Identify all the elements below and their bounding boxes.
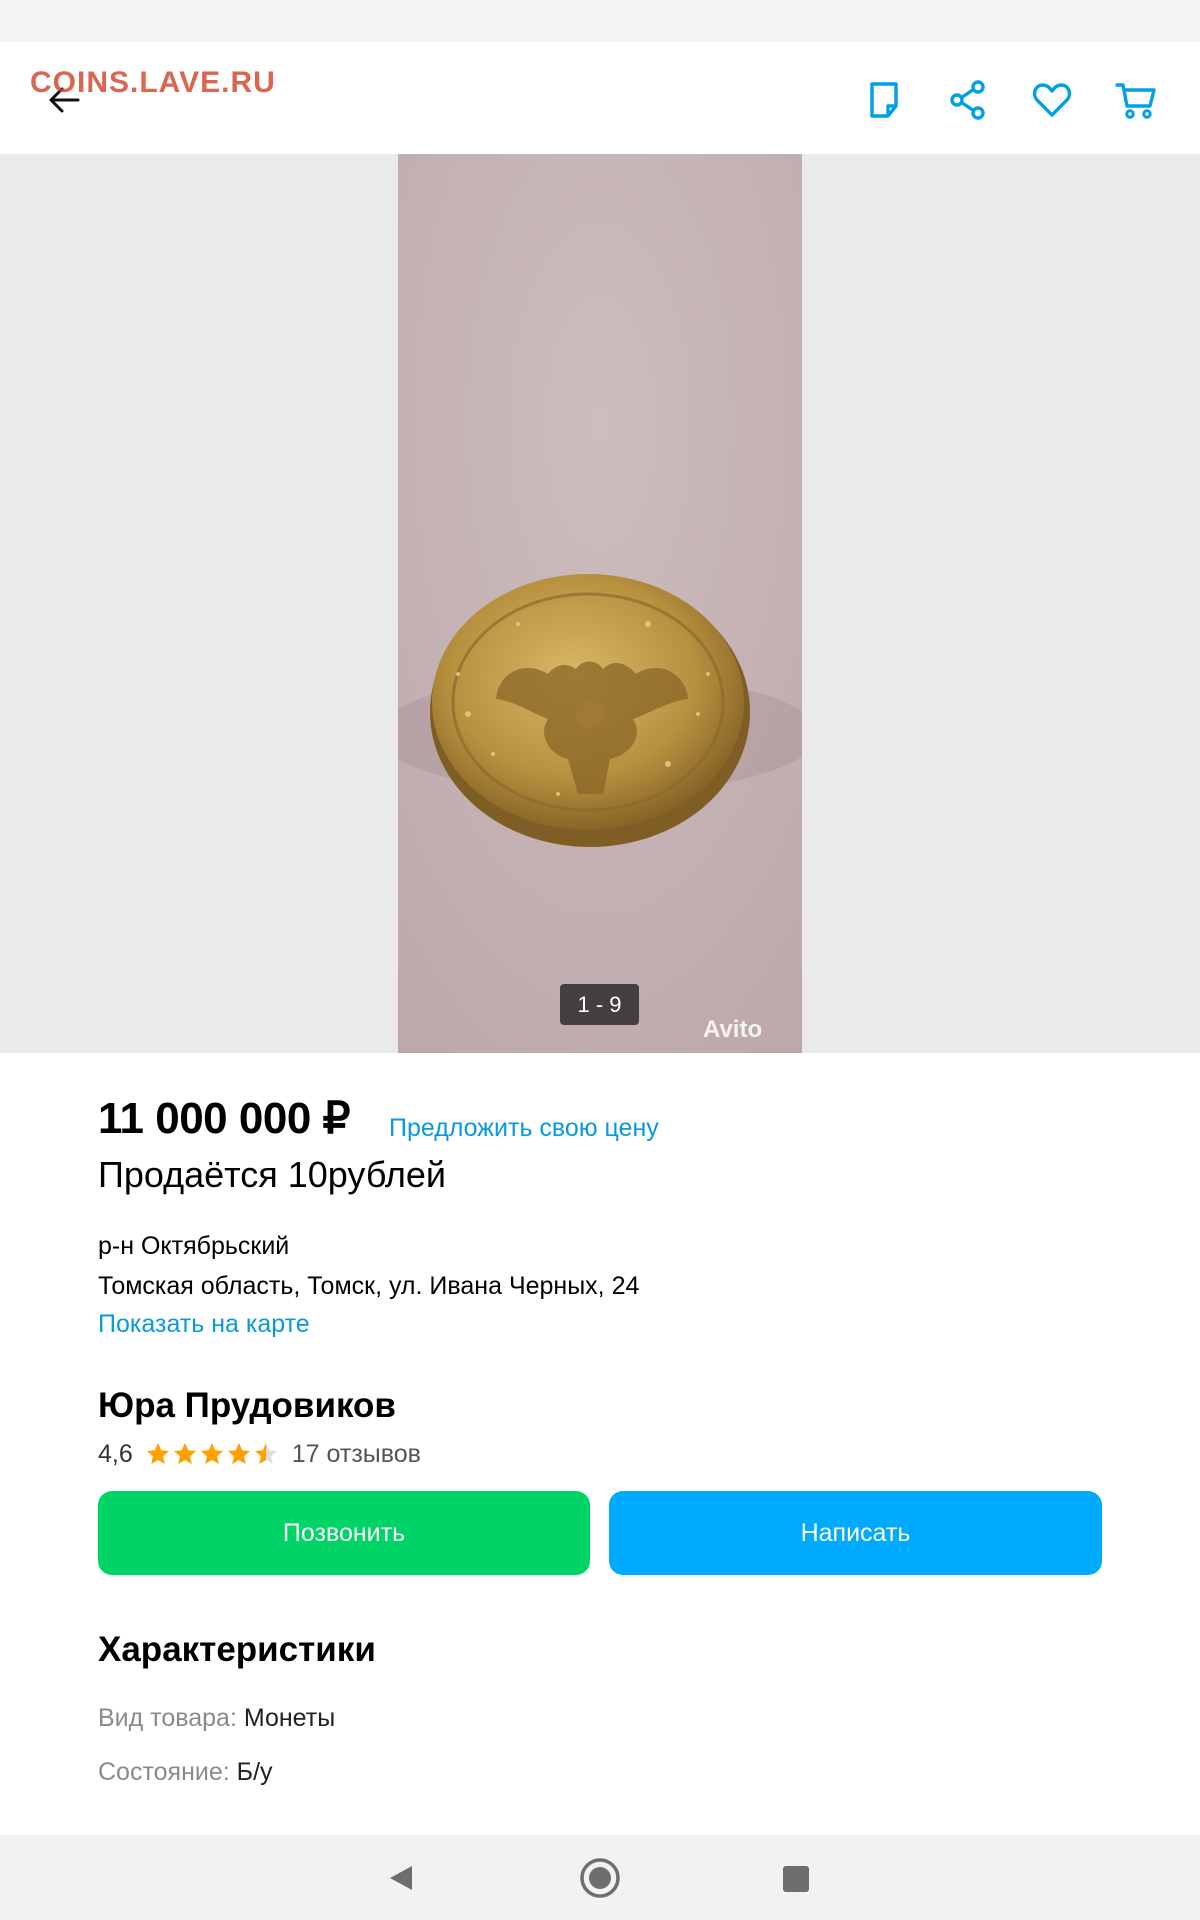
price: 11 000 000 ₽ bbox=[98, 1094, 351, 1143]
system-nav-bar bbox=[0, 1835, 1200, 1920]
app-header: COINS.LAVE.RU bbox=[0, 42, 1200, 154]
reviews-count: 17 отзывов bbox=[291, 1439, 421, 1468]
home-circle-icon[interactable] bbox=[577, 1855, 623, 1901]
seller-name[interactable]: Юра Прудовиков bbox=[98, 1386, 396, 1426]
characteristic-row: Вид товара: Монеты bbox=[98, 1704, 335, 1733]
show-on-map-link[interactable]: Показать на карте bbox=[98, 1310, 310, 1339]
recents-square-icon[interactable] bbox=[772, 1855, 818, 1901]
rating-stars bbox=[145, 1441, 280, 1467]
heart-icon[interactable] bbox=[1030, 78, 1074, 122]
star-icon bbox=[200, 1443, 223, 1464]
characteristic-value: Монеты bbox=[243, 1704, 336, 1732]
characteristic-row: Состояние: Б/у bbox=[98, 1758, 273, 1787]
write-button[interactable]: Написать bbox=[609, 1491, 1102, 1575]
status-bar bbox=[0, 0, 1200, 42]
share-icon[interactable] bbox=[946, 78, 990, 122]
rating-value: 4,6 bbox=[98, 1439, 133, 1468]
offer-price-link[interactable]: Предложить свою цену bbox=[389, 1114, 659, 1143]
listing-title: Продаётся 10рублей bbox=[98, 1154, 446, 1195]
address: Томская область, Томск, ул. Ивана Черных… bbox=[98, 1272, 640, 1300]
seller-rating[interactable]: 4,6 17 отзывов bbox=[98, 1438, 421, 1470]
photo-gallery[interactable]: Avito 1 - 9 bbox=[0, 154, 1200, 1053]
note-icon[interactable] bbox=[862, 78, 906, 122]
characteristic-key: Вид товара: bbox=[98, 1704, 237, 1732]
photo-counter: 1 - 9 bbox=[560, 984, 639, 1025]
call-button[interactable]: Позвонить bbox=[98, 1491, 590, 1575]
price-row: 11 000 000 ₽ bbox=[98, 1093, 351, 1153]
coin-photo[interactable]: Avito bbox=[398, 154, 802, 1053]
watermark: COINS.LAVE.RU bbox=[30, 66, 276, 99]
star-icon bbox=[254, 1443, 277, 1464]
star-icon bbox=[227, 1443, 250, 1464]
star-icon bbox=[173, 1443, 196, 1464]
avito-watermark: Avito bbox=[703, 1016, 763, 1043]
characteristic-key: Состояние: bbox=[98, 1758, 230, 1786]
district: р-н Октябрьский bbox=[98, 1232, 290, 1260]
back-triangle-icon[interactable] bbox=[377, 1855, 423, 1901]
star-icon bbox=[146, 1443, 169, 1464]
cart-icon[interactable] bbox=[1114, 78, 1158, 122]
characteristic-value: Б/у bbox=[236, 1758, 273, 1786]
characteristics-title: Характеристики bbox=[98, 1630, 376, 1669]
